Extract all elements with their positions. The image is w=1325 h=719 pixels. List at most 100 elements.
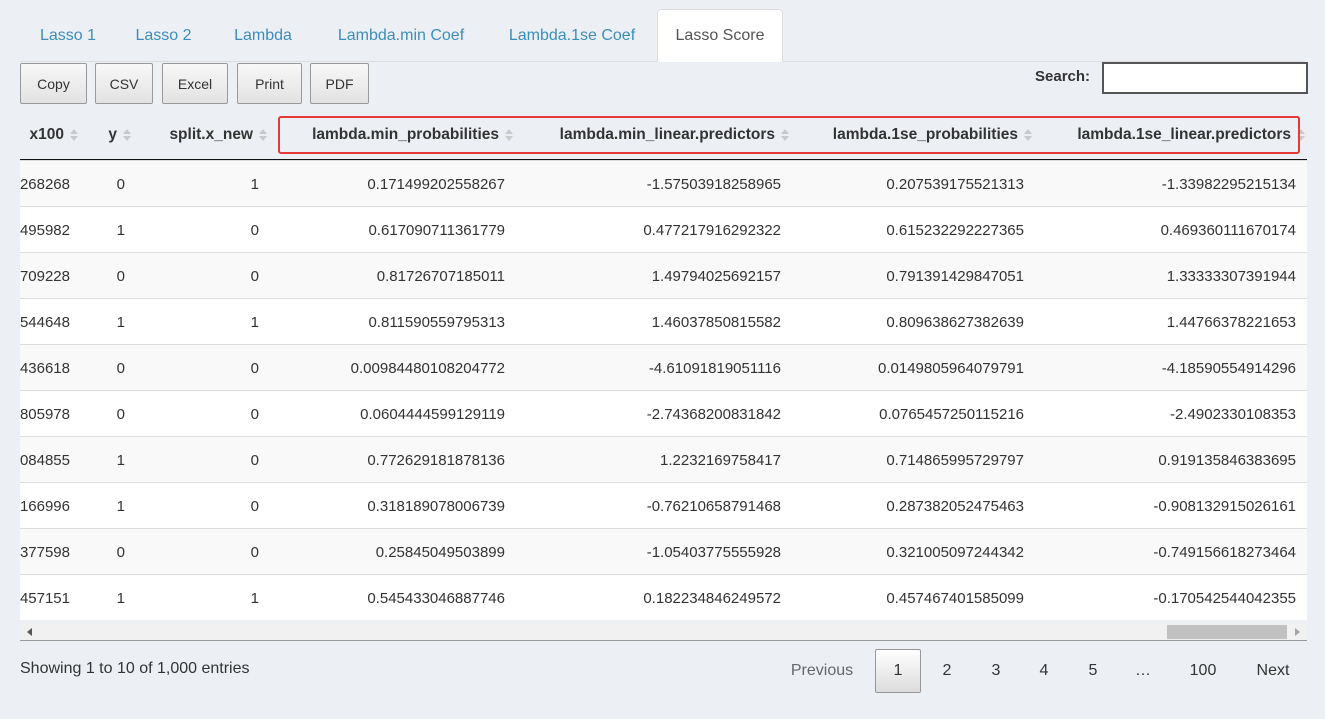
sort-icon xyxy=(1024,129,1032,141)
tab-lasso-score[interactable]: Lasso Score xyxy=(657,9,783,62)
table-cell: 0.809638627382639 xyxy=(886,313,1024,331)
scroll-right-icon[interactable] xyxy=(1295,628,1300,636)
scrollbar-thumb[interactable] xyxy=(1167,625,1287,639)
copy-button[interactable]: Copy xyxy=(20,63,87,104)
table-cell: 0.811590559795313 xyxy=(368,313,505,331)
table-cell: 0 xyxy=(250,359,259,377)
column-header-label: lambda.min_linear.predictors xyxy=(559,126,775,143)
table-cell: 0.171499202558267 xyxy=(367,175,505,193)
column-header-label: lambda.1se_probabilities xyxy=(832,126,1018,143)
table-cell: 0 xyxy=(250,405,259,423)
column-header-lambda-min-probabilities[interactable]: lambda.min_probabilities xyxy=(280,112,513,158)
tab-lambda[interactable]: Lambda xyxy=(211,9,315,62)
sort-icon xyxy=(781,129,789,141)
table-cell: 544648 xyxy=(20,313,70,331)
table-cell: 0 xyxy=(250,497,259,515)
next-button[interactable]: Next xyxy=(1241,649,1305,693)
tab-lasso-2[interactable]: Lasso 2 xyxy=(116,9,211,62)
sort-icon xyxy=(123,129,131,141)
column-header-label: x100 xyxy=(29,126,64,143)
table-cell: 0.81726707185011 xyxy=(376,267,505,285)
column-header-label: y xyxy=(108,126,117,143)
tab-lasso-1[interactable]: Lasso 1 xyxy=(20,9,116,62)
table-cell: 0.0149805964079791 xyxy=(878,359,1024,377)
column-header-split-x-new[interactable]: split.x_new xyxy=(150,112,267,158)
table-cell: 1 xyxy=(116,589,125,607)
table-cell: 0.0765457250115216 xyxy=(879,405,1024,423)
table-cell: -0.76210658791468 xyxy=(646,497,781,515)
table-cell: 0 xyxy=(250,543,259,561)
table-cell: 436618 xyxy=(20,359,70,377)
table-cell: 0.321005097244342 xyxy=(886,543,1024,561)
scroll-left-icon[interactable] xyxy=(27,628,32,636)
page-2-button[interactable]: 2 xyxy=(925,649,969,693)
table-cell: 268268 xyxy=(20,175,70,193)
table-row: 166996 1 0 0.318189078006739 -0.762106587914… xyxy=(20,482,1307,528)
tab-lambda-1se-coef[interactable]: Lambda.1se Coef xyxy=(487,9,657,62)
sort-icon xyxy=(70,129,78,141)
table-cell: 1 xyxy=(250,589,259,607)
table-cell: 0.772629181878136 xyxy=(367,451,505,469)
column-header-x100[interactable]: x100 xyxy=(20,112,78,158)
print-button[interactable]: Print xyxy=(237,63,302,104)
table-cell: 1 xyxy=(116,313,125,331)
table-cell: 377598 xyxy=(20,543,70,561)
table-row: 544648 1 1 0.811590559795313 1.4603785081558… xyxy=(20,298,1307,344)
table-cell: 0.0604444599129119 xyxy=(360,405,505,423)
page-5-button[interactable]: 5 xyxy=(1071,649,1115,693)
table-cell: 1 xyxy=(116,451,125,469)
table-cell: 0 xyxy=(250,267,259,285)
table-cell: -1.05403775555928 xyxy=(646,543,781,561)
table-cell: -2.74368200831842 xyxy=(646,405,781,423)
table-info: Showing 1 to 10 of 1,000 entries xyxy=(20,660,250,677)
table-cell: 0 xyxy=(250,221,259,239)
pagination-ellipsis: … xyxy=(1135,662,1151,679)
table-cell: 709228 xyxy=(20,267,70,285)
table-cell: 495982 xyxy=(20,221,70,239)
horizontal-scrollbar[interactable] xyxy=(20,623,1307,641)
search-input[interactable] xyxy=(1102,62,1308,94)
table-cell: -4.18590554914296 xyxy=(1161,359,1296,377)
column-header-lambda-1se-probabilities[interactable]: lambda.1se_probabilities xyxy=(805,112,1032,158)
table-cell: 0.287382052475463 xyxy=(886,497,1024,515)
table-cell: -1.57503918258965 xyxy=(646,175,781,193)
column-header-label: lambda.min_probabilities xyxy=(312,126,499,143)
table-cell: -0.908132915026161 xyxy=(1153,497,1296,515)
page-1-button[interactable]: 1 xyxy=(875,649,921,693)
table-cell: 805978 xyxy=(20,405,70,423)
table-row: 495982 1 0 0.617090711361779 0.4772179162923… xyxy=(20,206,1307,252)
table-cell: -1.33982295215134 xyxy=(1161,175,1296,193)
pdf-button[interactable]: PDF xyxy=(310,63,369,104)
page-3-button[interactable]: 3 xyxy=(974,649,1018,693)
table-cell: 457151 xyxy=(20,589,70,607)
table-row: 805978 0 0 0.0604444599129119 -2.74368200831… xyxy=(20,390,1307,436)
table-cell: 0.615232292227365 xyxy=(886,221,1024,239)
table-cell: 0.919135846383695 xyxy=(1158,451,1296,469)
sort-icon xyxy=(1297,129,1305,141)
column-header-label: split.x_new xyxy=(169,126,253,143)
table-row: 709228 0 0 0.81726707185011 1.49794025692157… xyxy=(20,252,1307,298)
table-cell: 0.457467401585099 xyxy=(886,589,1024,607)
page-4-button[interactable]: 4 xyxy=(1022,649,1066,693)
data-table: x100 y split.x_new lambda.min_probabilit… xyxy=(20,112,1307,642)
column-header-lambda-1se-linear-predictors[interactable]: lambda.1se_linear.predictors xyxy=(1050,112,1305,158)
tab-bar: Lasso 1 Lasso 2 Lambda Lambda.min Coef L… xyxy=(20,9,1305,62)
column-header-y[interactable]: y xyxy=(100,112,131,158)
table-cell: 0.207539175521313 xyxy=(886,175,1024,193)
table-cell: 0.00984480108204772 xyxy=(350,359,505,377)
table-cell: 1.46037850815582 xyxy=(651,313,781,331)
page-100-button[interactable]: 100 xyxy=(1176,649,1230,693)
tab-lambda-min-coef[interactable]: Lambda.min Coef xyxy=(315,9,487,62)
csv-button[interactable]: CSV xyxy=(95,63,153,104)
table-cell: -0.749156618273464 xyxy=(1153,543,1296,561)
table-cell: 0 xyxy=(116,405,125,423)
excel-button[interactable]: Excel xyxy=(162,63,228,104)
table-cell: 0.617090711361779 xyxy=(368,221,505,239)
column-header-label: lambda.1se_linear.predictors xyxy=(1077,126,1291,143)
table-cell: 1.2232169758417 xyxy=(660,451,781,469)
table-cell: 0.477217916292322 xyxy=(643,221,781,239)
column-header-lambda-min-linear-predictors[interactable]: lambda.min_linear.predictors xyxy=(528,112,789,158)
previous-button[interactable]: Previous xyxy=(778,649,866,693)
table-cell: 1.44766378221653 xyxy=(1166,313,1296,331)
search-label: Search: xyxy=(1035,68,1091,85)
